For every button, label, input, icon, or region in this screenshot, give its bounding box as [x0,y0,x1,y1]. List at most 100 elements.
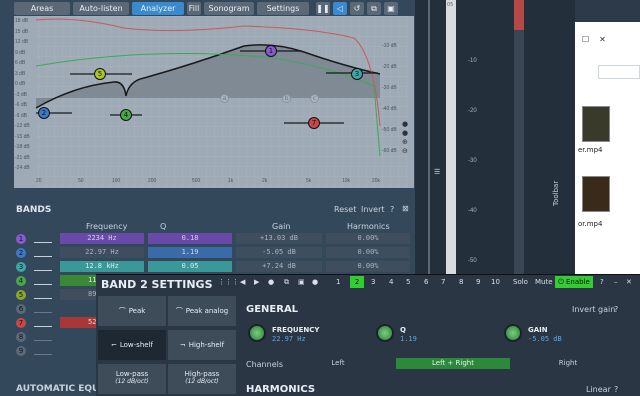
frequency-field[interactable]: 22.97 Hz [60,247,144,258]
filter-shape-icon[interactable] [34,319,52,327]
q-value[interactable]: 1.19 [400,335,417,343]
tab-fill[interactable]: Fill [187,2,201,15]
band-6-button[interactable]: 6 [424,278,428,286]
mute-button[interactable]: Mute [535,278,553,286]
band-row[interactable]: 7 52 [14,317,104,329]
band-row[interactable]: 5 89 [14,289,104,301]
copy-icon[interactable]: ⧉ [284,278,289,287]
video-thumbnail[interactable] [582,106,610,142]
close-icon[interactable]: ✕ [599,35,616,44]
frequency-field[interactable]: 12.8 kHz [60,261,144,272]
help-icon[interactable]: ? [614,305,618,314]
filter-high-shelf-button[interactable]: ¬ High-shelf [168,330,236,360]
band-node-7[interactable]: 7 [308,117,320,129]
band-8-button[interactable]: 8 [459,278,463,286]
frequency-field[interactable]: 11 [60,275,100,286]
speaker-button[interactable]: ◁ [333,2,347,15]
band-node-5[interactable]: 5 [94,68,106,80]
band-num-badge[interactable]: 3 [16,262,26,272]
gain-value[interactable]: -5.05 dB [528,335,562,343]
band-9-button[interactable]: 9 [476,278,480,286]
enable-button[interactable]: ⏻ Enable [555,276,593,288]
lock-icon[interactable]: ● [402,129,412,138]
next-band-icon[interactable]: ▶ [254,278,259,286]
frequency-knob[interactable] [248,324,266,342]
zoom-out-icon[interactable]: ⊖ [402,147,412,156]
invert-gain-toggle[interactable]: Invert gain [572,305,615,314]
harmonics-field[interactable]: 0.00% [326,261,410,272]
filter-shape-icon[interactable] [34,249,52,257]
zoom-in-icon[interactable]: ⊕ [402,138,412,147]
filter-peak-button[interactable]: ⌒ Peak [98,296,166,326]
channel-left-button[interactable]: Left [282,358,394,369]
band-row[interactable]: 4 11 [14,275,104,287]
filter-shape-icon[interactable] [34,291,52,299]
linear-toggle[interactable]: Linear [586,385,611,394]
frequency-value[interactable]: 22.97 Hz [272,335,306,343]
filter-peak-analog-button[interactable]: ⌒ Peak analog [168,296,236,326]
gain-field[interactable]: +13.03 dB [236,233,322,244]
file-label[interactable]: or.mp4 [578,220,602,228]
band-num-badge[interactable]: 7 [16,318,26,328]
band-num-badge[interactable]: 6 [16,304,26,314]
tab-auto-listen[interactable]: Auto-listen [73,2,129,15]
harmonics-field[interactable]: 0.00% [326,247,410,258]
invert-button[interactable]: Invert [361,205,385,214]
band-7-button[interactable]: 7 [441,278,445,286]
band-row[interactable]: 9 [14,345,104,357]
band-1-button[interactable]: 1 [336,278,340,286]
tab-analyzer[interactable]: Analyzer [132,2,184,15]
filter-shape-icon[interactable] [34,263,52,271]
settings-icon[interactable]: ● [268,278,274,286]
eq-graph[interactable]: 1 2 3 4 5 7 a b c 18 dB 15 dB 12 dB 9 dB 6 d… [14,16,414,188]
filter-low-shelf-button[interactable]: ⌐ Low-shelf [98,330,166,360]
pause-button[interactable]: ❚❚ [316,2,330,15]
filter-shape-icon[interactable] [34,347,52,355]
band-row[interactable]: 6 [14,303,104,315]
band-num-badge[interactable]: 4 [16,276,26,286]
close-icon[interactable]: ⊠ [402,204,409,213]
filter-shape-icon[interactable] [34,277,52,285]
q-field[interactable]: 1.19 [148,247,232,258]
band-3-button[interactable]: 3 [371,278,375,286]
tab-settings[interactable]: Settings [257,2,309,15]
maximize-icon[interactable]: ☐ [582,35,599,44]
frequency-field[interactable]: 2234 Hz [60,233,144,244]
solo-button[interactable]: Solo [513,278,528,286]
band-4-button[interactable]: 4 [389,278,393,286]
menu-icon[interactable]: ⋮⋮⋮ [218,278,239,286]
paste-icon[interactable]: ▣ [298,278,305,286]
video-thumbnail[interactable] [582,176,610,212]
minimize-icon[interactable]: – [614,278,618,286]
frequency-field[interactable]: 89 [60,289,100,300]
band-row[interactable]: 8 [14,331,104,343]
toolbar-label[interactable]: Toolbar [552,181,560,206]
filter-low-pass-button[interactable]: Low-pass (12 dB/oct) [98,364,166,394]
gain-knob[interactable] [504,324,522,342]
band-2-button[interactable]: 2 [350,276,364,288]
band-num-badge[interactable]: 9 [16,346,26,356]
band-row[interactable]: 2 22.97 Hz 1.19 -5.05 dB 0.00% [14,247,414,259]
paste-button[interactable]: ▣ [384,2,398,15]
band-num-badge[interactable]: 1 [16,234,26,244]
band-node-ghost[interactable]: b [282,94,291,103]
filter-shape-icon[interactable] [34,235,52,243]
band-node-2[interactable]: 2 [38,107,50,119]
channel-right-button[interactable]: Right [512,358,624,369]
q-field[interactable]: 0.18 [148,233,232,244]
band-node-4[interactable]: 4 [120,109,132,121]
preset-icon[interactable]: ● [312,278,318,286]
channel-left-right-button[interactable]: Left + Right [396,358,510,369]
band-num-badge[interactable]: 5 [16,290,26,300]
band-row[interactable]: 1 2234 Hz 0.18 +13.03 dB 0.00% [14,233,414,245]
filter-shape-icon[interactable] [34,305,52,313]
q-knob[interactable] [376,324,394,342]
help-icon[interactable]: ? [600,278,604,286]
reset-button[interactable]: Reset [334,205,356,214]
band-10-button[interactable]: 10 [491,278,500,286]
help-icon[interactable]: ? [614,385,618,394]
explorer-address[interactable] [598,65,640,79]
copy-button[interactable]: ⧉ [367,2,381,15]
band-row[interactable]: 3 12.8 kHz 0.05 +7.24 dB 0.00% [14,261,414,273]
frequency-field[interactable]: 52 [60,317,100,328]
